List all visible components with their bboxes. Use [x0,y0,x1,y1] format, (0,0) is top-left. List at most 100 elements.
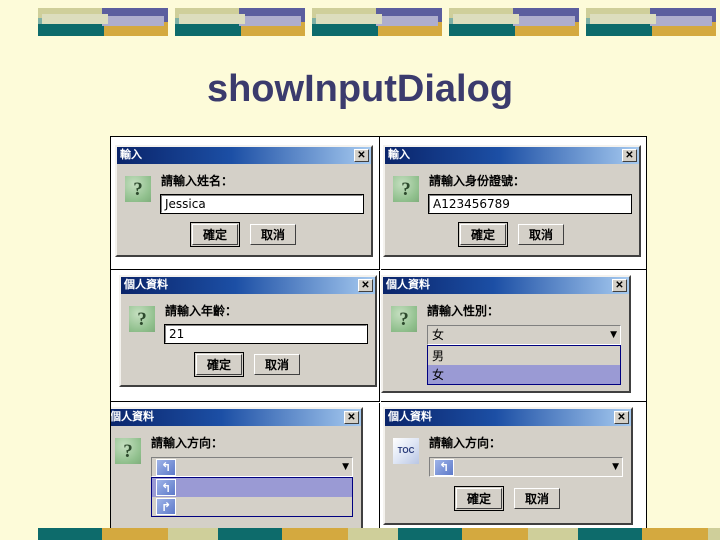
button-row: 確定 取消 [393,486,623,511]
text-input[interactable]: 21 [164,324,368,344]
banner-unit [429,6,579,42]
question-icon: ? [391,306,417,332]
banner-pale-block [316,14,382,24]
ok-button[interactable]: 確定 [454,486,504,511]
dialog-body: ? 請輸入性別： 女 ▼ 男 女 [383,294,629,391]
collage-cell: 個人資料 ✕ ? 請輸入年齡： 21 確定 取消 [111,271,380,402]
banner-teal-dark-block [449,24,515,36]
direction-dialog-toc[interactable]: 個人資料 ✕ TOC 請輸入方向： ↰ ▼ 確定 取消 [383,407,633,525]
dialog-titlebar[interactable]: 個人資料 ✕ [111,409,361,426]
banner-unit [566,6,716,42]
close-icon[interactable]: ✕ [354,149,369,162]
banner-unit [18,526,298,540]
name-dialog[interactable]: 輸入 ✕ ? 請輸入姓名： Jessica 確定 取消 [115,145,373,257]
banner-pale-block [590,14,656,24]
dialog-title: 輸入 [388,149,410,161]
banner-teal-dark-block [586,24,652,36]
chevron-down-icon[interactable]: ▼ [610,330,617,340]
banner-teal-dark-block [38,24,104,36]
dropdown-option[interactable]: ↱ [152,497,352,516]
button-row: 確定 取消 [129,352,367,377]
arrow-left-icon: ↰ [156,479,176,496]
banner-teal-dark-block [218,528,284,540]
question-icon: ? [393,176,419,202]
banner-unit [155,6,305,42]
dialog-titlebar[interactable]: 輸入 ✕ [385,147,639,164]
bottom-banner-strip [0,526,720,540]
dialog-title: 個人資料 [111,411,154,423]
question-icon: ? [125,176,151,202]
dialog-titlebar[interactable]: 輸入 ✕ [117,147,371,164]
dialog-titlebar[interactable]: 個人資料 ✕ [385,409,631,426]
chevron-down-icon[interactable]: ▼ [612,462,619,472]
close-icon[interactable]: ✕ [358,279,373,292]
arrow-right-icon: ↱ [156,498,176,515]
age-dialog[interactable]: 個人資料 ✕ ? 請輸入年齡： 21 確定 取消 [119,275,377,387]
collage-cell: 輸入 ✕ ? 請輸入身份證號： A123456789 確定 取消 [381,137,646,270]
close-icon[interactable]: ✕ [614,411,629,424]
banner-teal-dark-block [175,24,241,36]
prompt-label: 請輸入方向： [429,436,502,450]
dropdown-option-selected[interactable]: ↰ [152,478,352,497]
toc-icon: TOC [393,438,419,464]
button-row: 確定 取消 [393,222,631,247]
banner-teal-dark-block [312,24,378,36]
ok-button[interactable]: 確定 [194,352,244,377]
page-title: showInputDialog [206,68,514,110]
cancel-button[interactable]: 取消 [254,354,300,375]
prompt-label: 請輸入性別： [427,304,500,318]
banner-unit [378,526,658,540]
chevron-down-icon[interactable]: ▼ [342,462,349,472]
prompt-label: 請輸入方向： [151,436,224,450]
banner-gold-block [102,528,168,540]
close-icon[interactable]: ✕ [622,149,637,162]
banner-teal-dark-block [398,528,464,540]
collage-cell: 個人資料 ✕ ? 請輸入性別： 女 ▼ 男 女 [381,271,646,402]
collage-cell: 個人資料 ✕ ? 請輸入方向： ↰ ▼ ↰ ↱ [111,403,380,535]
direction-dialog-open[interactable]: 個人資料 ✕ ? 請輸入方向： ↰ ▼ ↰ ↱ [111,407,363,535]
id-number-dialog[interactable]: 輸入 ✕ ? 請輸入身份證號： A123456789 確定 取消 [383,145,641,257]
dialog-body: ? 請輸入年齡： 21 確定 取消 [121,294,375,381]
dropdown-option[interactable]: 男 [428,346,620,365]
banner-unit [198,526,478,540]
gender-dialog[interactable]: 個人資料 ✕ ? 請輸入性別： 女 ▼ 男 女 [381,275,631,393]
button-row: 確定 取消 [125,222,363,247]
dialog-title: 個人資料 [124,279,168,291]
text-input[interactable]: Jessica [160,194,364,214]
banner-gold-block [282,528,348,540]
ok-button[interactable]: 確定 [190,222,240,247]
question-icon: ? [115,438,141,464]
gender-combobox[interactable]: 女 ▼ [427,325,621,345]
cancel-button[interactable]: 取消 [518,224,564,245]
screenshot-collage: 輸入 ✕ ? 請輸入姓名： Jessica 確定 取消 輸入 ✕ ? 請輸入身份… [110,136,647,536]
dialog-titlebar[interactable]: 個人資料 ✕ [121,277,375,294]
close-icon[interactable]: ✕ [344,411,359,424]
ok-button[interactable]: 確定 [458,222,508,247]
arrow-left-icon: ↰ [434,458,454,476]
banner-teal-dark-block [38,528,104,540]
banner-unit [558,526,720,540]
text-input[interactable]: A123456789 [428,194,632,214]
combobox-value: 女 [432,328,445,342]
direction-combobox[interactable]: ↰ ▼ [151,457,353,477]
direction-dropdown-list[interactable]: ↰ ↱ [151,477,353,517]
banner-teal-dark-block [578,528,644,540]
banner-gold-block [462,528,528,540]
cancel-button[interactable]: 取消 [514,488,560,509]
dialog-title: 輸入 [120,149,142,161]
banner-unit [292,6,442,42]
gender-dropdown-list[interactable]: 男 女 [427,345,621,385]
banner-unit [18,6,168,42]
direction-combobox[interactable]: ↰ ▼ [429,457,623,477]
dialog-body: ? 請輸入方向： ↰ ▼ ↰ ↱ [111,426,361,523]
dropdown-option-selected[interactable]: 女 [428,365,620,384]
banner-pale-block [453,14,519,24]
cancel-button[interactable]: 取消 [250,224,296,245]
banner-pale-block [179,14,245,24]
dialog-titlebar[interactable]: 個人資料 ✕ [383,277,629,294]
close-icon[interactable]: ✕ [612,279,627,292]
dialog-body: ? 請輸入身份證號： A123456789 確定 取消 [385,164,639,251]
question-icon: ? [129,306,155,332]
collage-cell: 個人資料 ✕ TOC 請輸入方向： ↰ ▼ 確定 取消 [381,403,646,535]
prompt-label: 請輸入身份證號： [429,174,526,188]
